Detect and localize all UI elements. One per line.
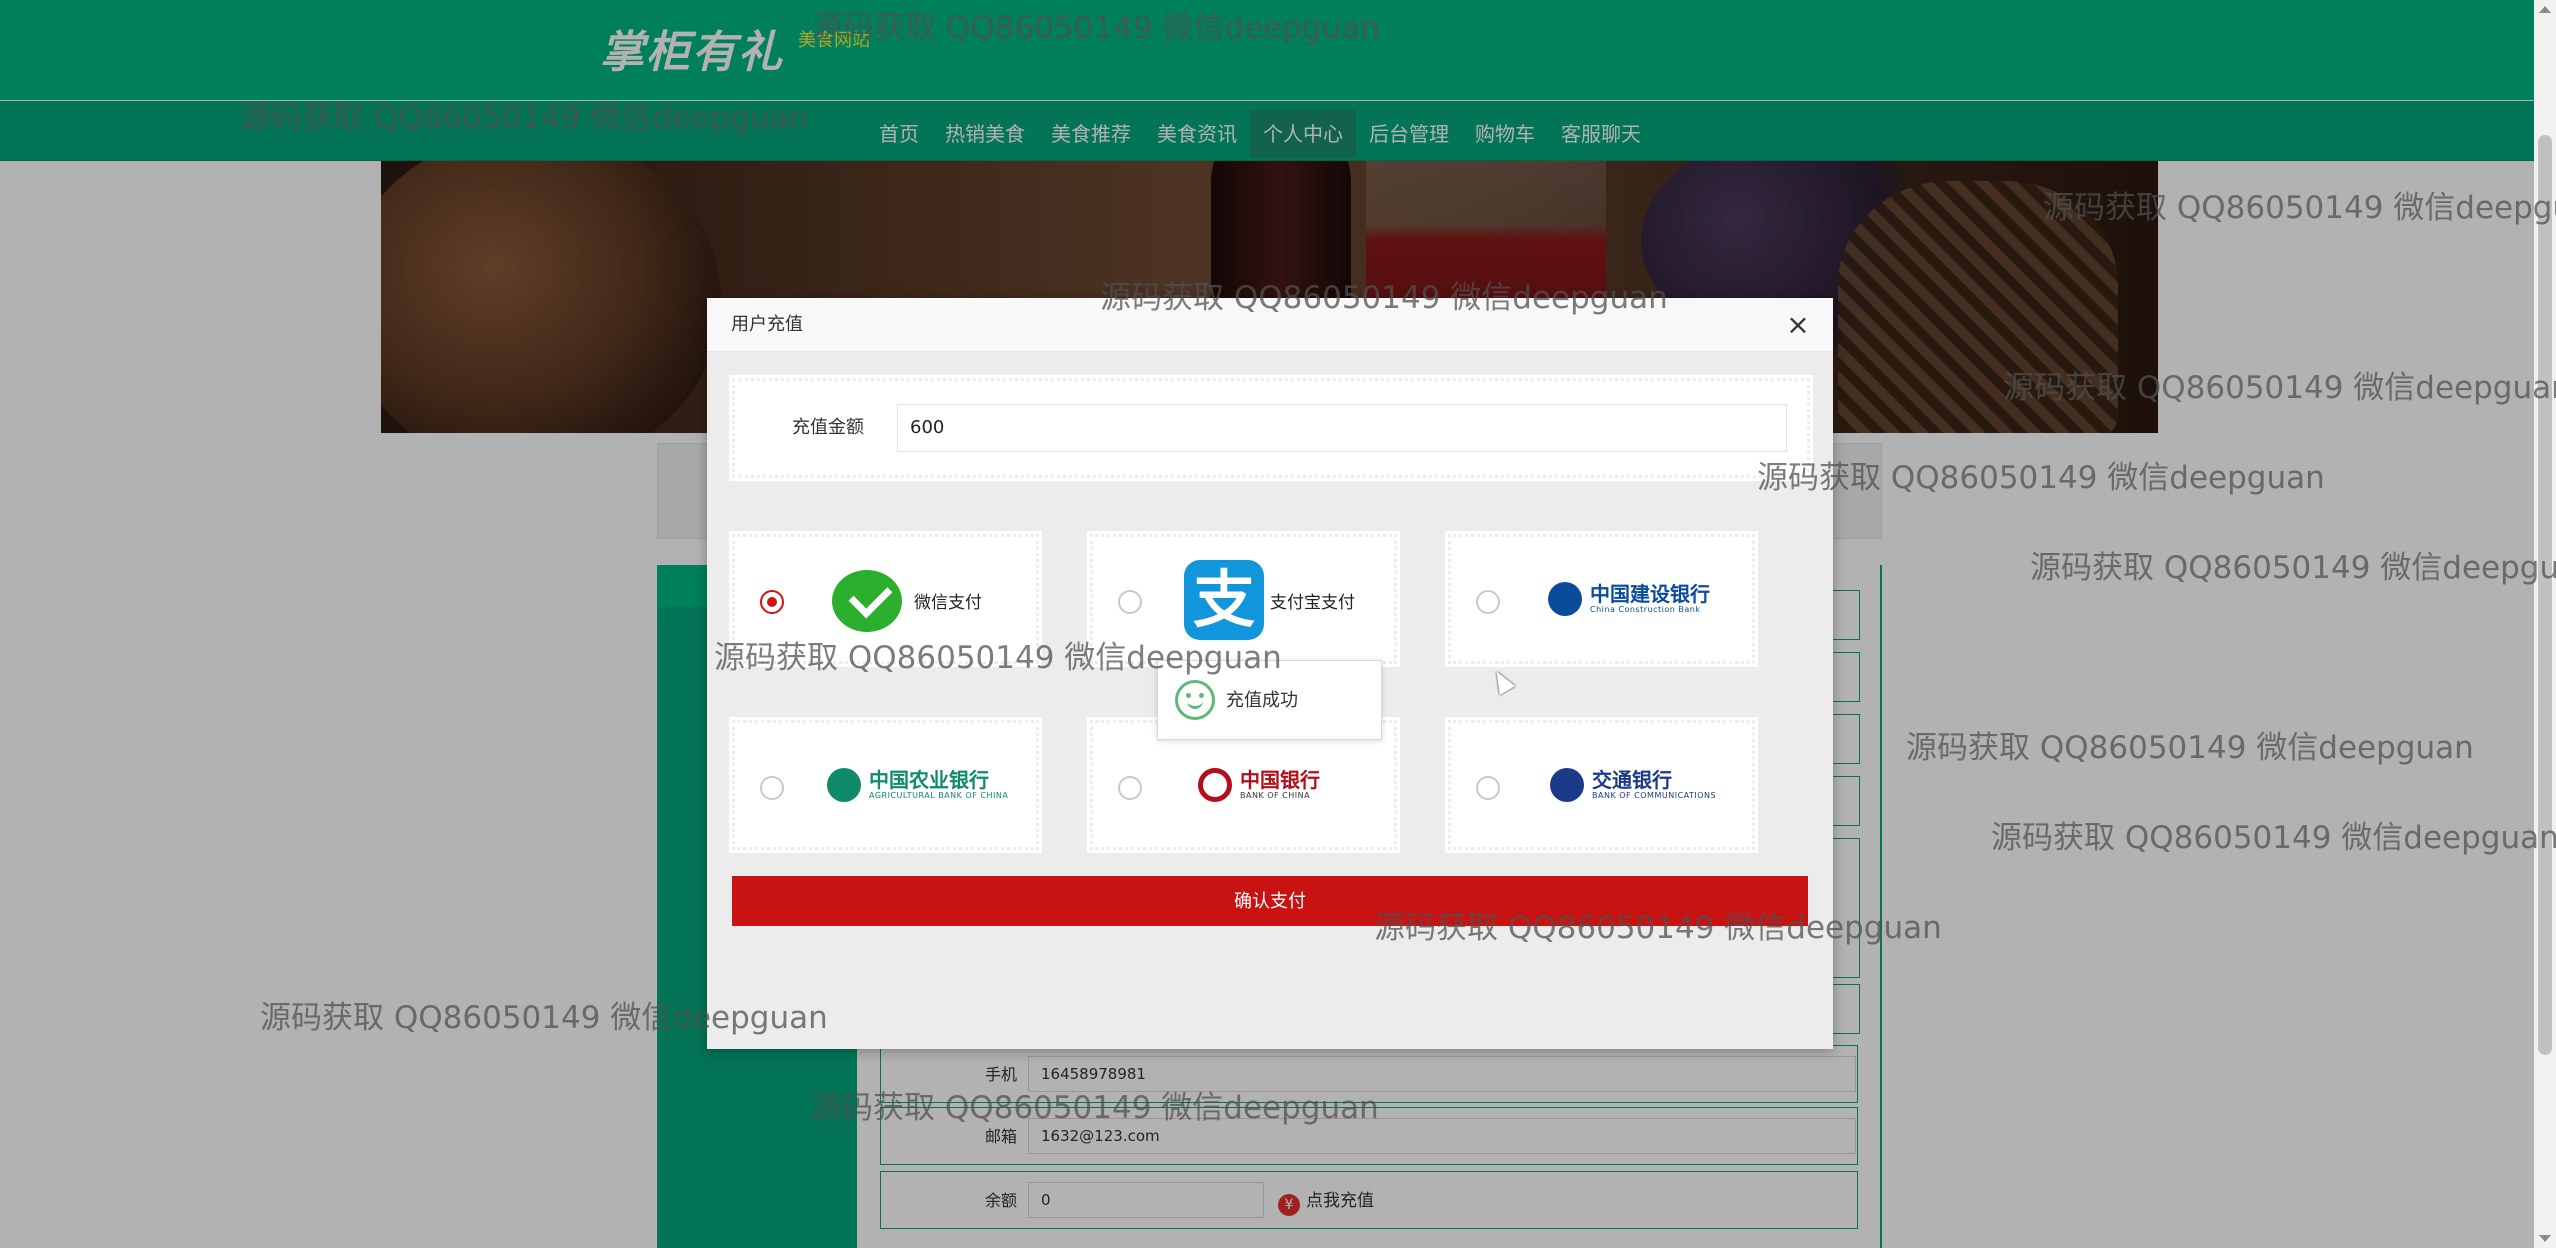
- alipay-icon: 支: [1184, 560, 1264, 640]
- dialog-title: 用户充值: [731, 314, 803, 335]
- ccb-name: 中国建设银行: [1590, 582, 1710, 606]
- toast-message: 充值成功: [1226, 690, 1298, 711]
- smile-icon-eye: [1186, 693, 1191, 698]
- dialog-header: 用户充值 ×: [707, 298, 1833, 352]
- abc-name-en: AGRICULTURAL BANK OF CHINA: [869, 791, 1009, 800]
- abc-name: 中国农业银行: [869, 768, 989, 792]
- scroll-up-icon[interactable]: [2539, 6, 2551, 13]
- confirm-pay-button[interactable]: 确认支付: [732, 876, 1808, 926]
- wechat-pay-radio[interactable]: [760, 590, 784, 614]
- abc-emblem-icon: [827, 768, 861, 802]
- wechat-pay-option[interactable]: 微信支付: [732, 534, 1039, 664]
- wechat-pay-icon: [832, 570, 902, 632]
- boc-name-en: BANK OF CHINA: [1240, 791, 1311, 800]
- bocom-name: 交通银行: [1592, 768, 1672, 792]
- bocom-option[interactable]: 交通银行 BANK OF COMMUNICATIONS: [1448, 720, 1755, 850]
- ccb-option[interactable]: 中国建设银行 China Construction Bank: [1448, 534, 1755, 664]
- abc-bank-logo: 中国农业银行 AGRICULTURAL BANK OF CHINA: [827, 762, 1008, 808]
- wechat-pay-label: 微信支付: [914, 593, 982, 613]
- bocom-emblem-icon: [1550, 768, 1584, 802]
- alipay-option[interactable]: 支 支付宝支付: [1090, 534, 1397, 664]
- abc-radio[interactable]: [760, 776, 784, 800]
- smile-icon-mouth: [1187, 700, 1203, 709]
- scrollbar-thumb[interactable]: [2538, 135, 2552, 1055]
- amount-input[interactable]: 600: [897, 404, 1787, 452]
- bocom-radio[interactable]: [1476, 776, 1500, 800]
- boc-emblem-icon: [1198, 768, 1232, 802]
- ccb-radio[interactable]: [1476, 590, 1500, 614]
- amount-label: 充值金额: [792, 417, 864, 438]
- alipay-radio[interactable]: [1118, 590, 1142, 614]
- alipay-label: 支付宝支付: [1270, 593, 1355, 613]
- smile-icon-eye: [1199, 693, 1204, 698]
- ccb-name-en: China Construction Bank: [1590, 605, 1701, 614]
- close-icon[interactable]: ×: [1783, 310, 1813, 340]
- amount-panel: 充值金额 600: [732, 378, 1810, 478]
- boc-bank-logo: 中国银行 BANK OF CHINA: [1198, 762, 1320, 808]
- smile-icon: [1175, 680, 1215, 720]
- bocom-name-en: BANK OF COMMUNICATIONS: [1592, 791, 1717, 800]
- boc-name: 中国银行: [1240, 768, 1320, 792]
- scroll-down-icon[interactable]: [2539, 1235, 2551, 1242]
- ccb-bank-logo: 中国建设银行 China Construction Bank: [1548, 576, 1710, 622]
- page-scrollbar[interactable]: [2534, 0, 2556, 1248]
- ccb-emblem-icon: [1548, 582, 1582, 616]
- bocom-bank-logo: 交通银行 BANK OF COMMUNICATIONS: [1550, 762, 1716, 808]
- boc-radio[interactable]: [1118, 776, 1142, 800]
- success-toast: 充值成功: [1157, 660, 1382, 740]
- abc-option[interactable]: 中国农业银行 AGRICULTURAL BANK OF CHINA: [732, 720, 1039, 850]
